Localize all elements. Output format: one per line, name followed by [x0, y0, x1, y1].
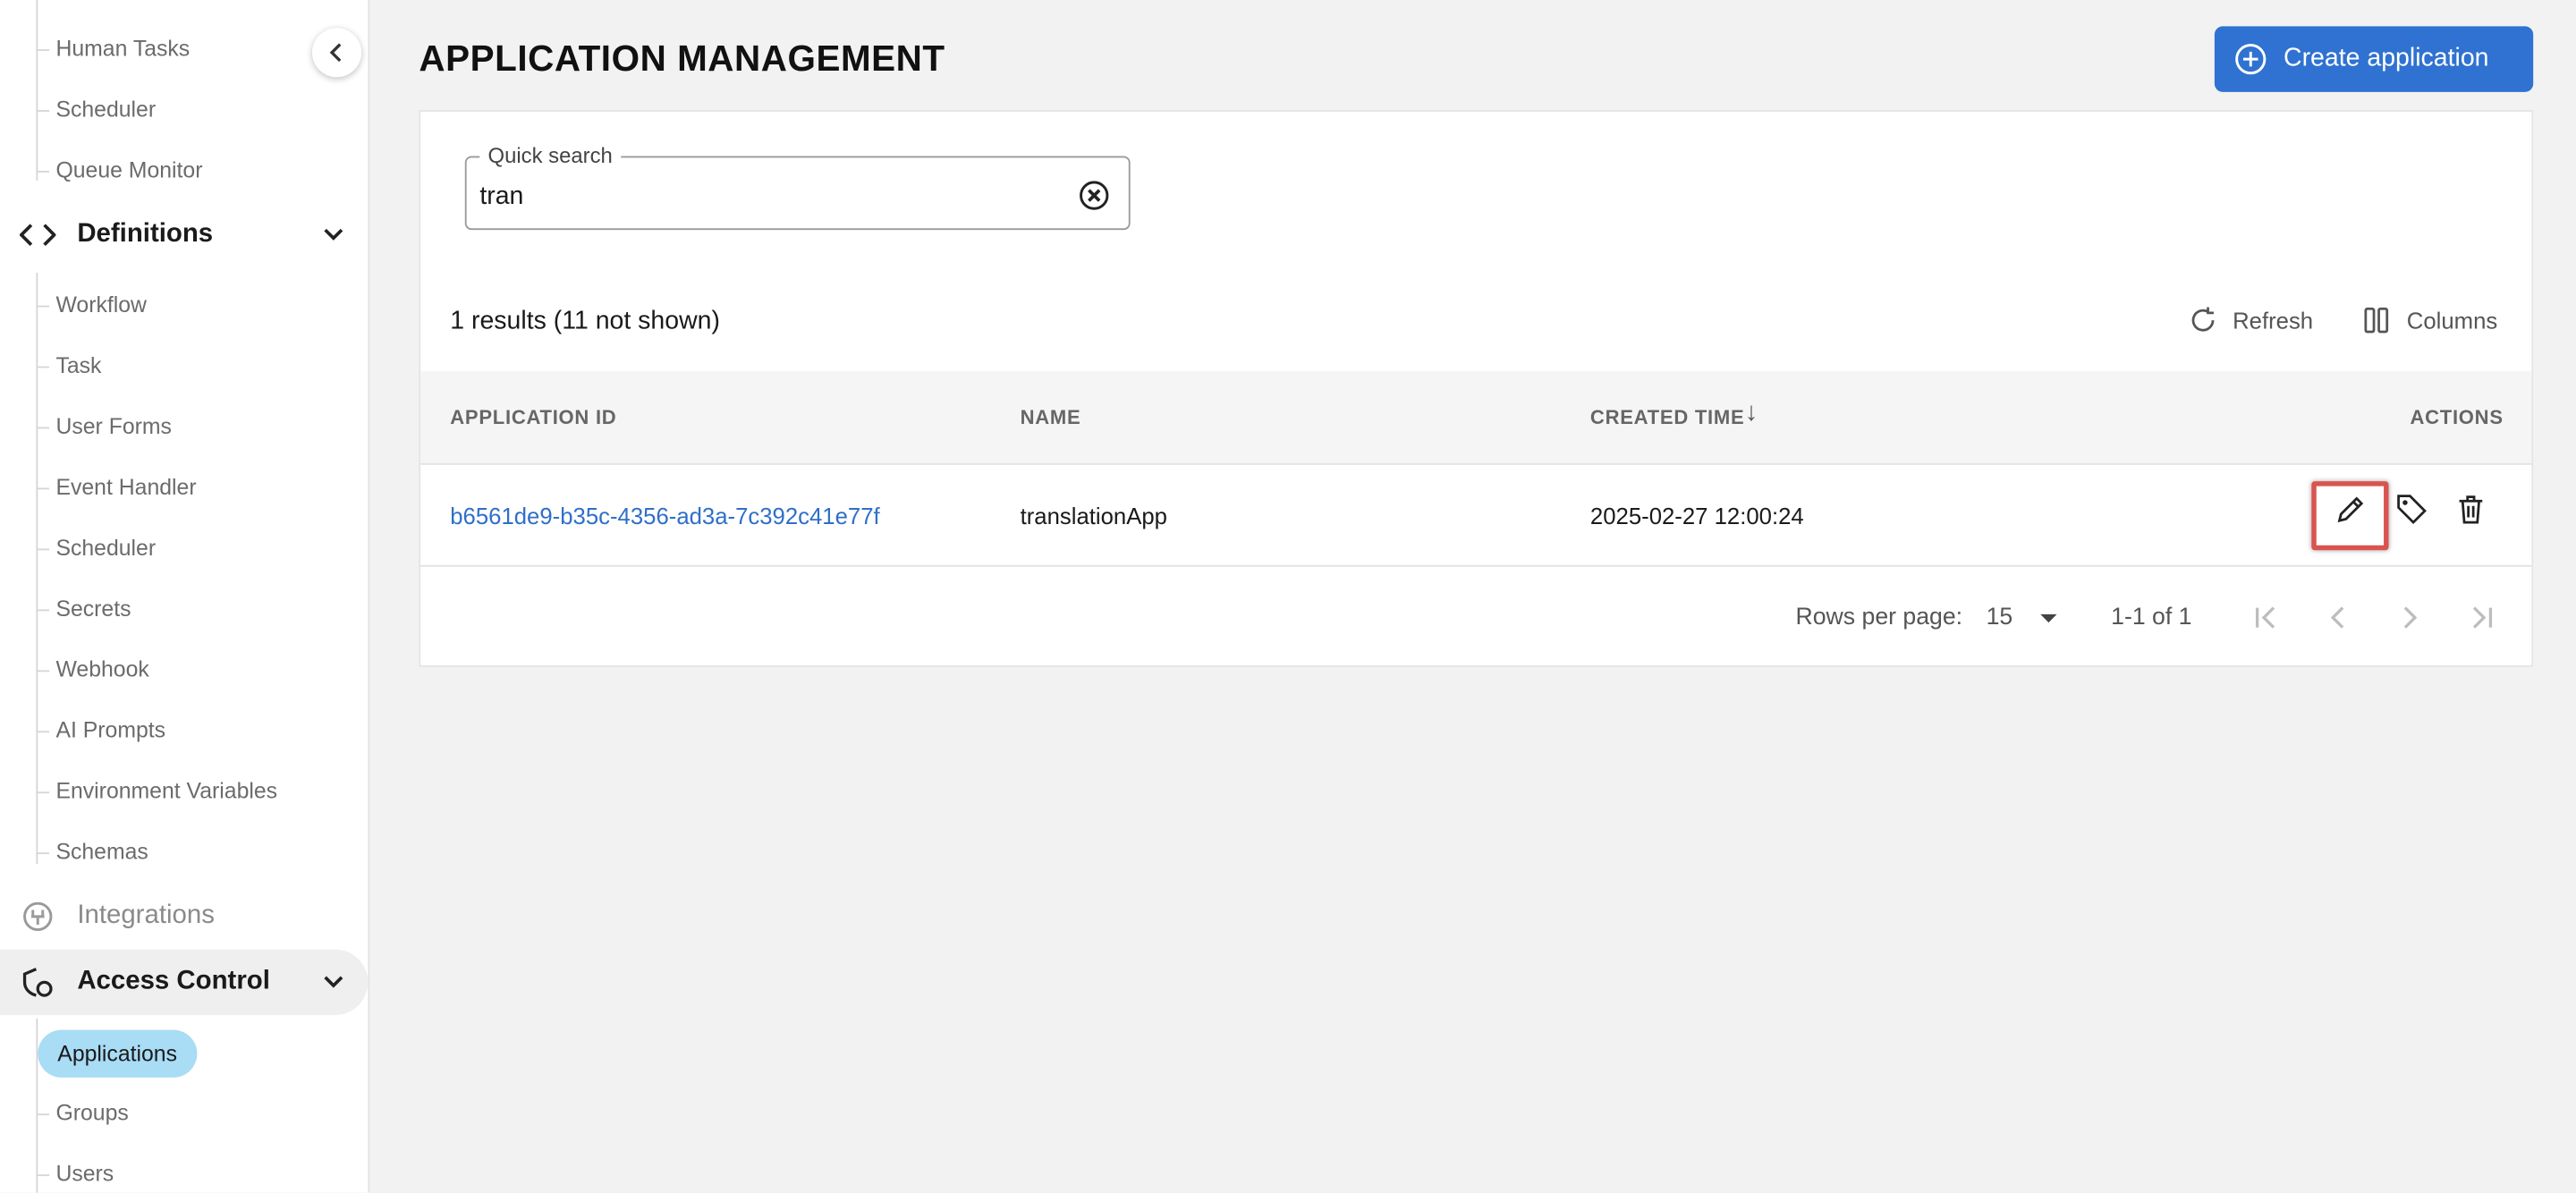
sidebar-item-event-handler[interactable]: Event Handler — [36, 471, 197, 504]
last-page-icon[interactable] — [2464, 599, 2500, 635]
sidebar-section-access-control[interactable]: Access Control — [0, 949, 369, 1016]
sidebar-item-user-forms[interactable]: User Forms — [36, 410, 172, 444]
code-icon — [20, 216, 56, 252]
sidebar-section-label: Access Control — [77, 967, 270, 996]
create-application-label: Create application — [2284, 44, 2489, 72]
sidebar-section-integrations[interactable]: Integrations — [0, 884, 368, 949]
first-page-icon[interactable] — [2248, 599, 2284, 635]
trash-icon — [2459, 495, 2483, 524]
sidebar-section-definitions[interactable]: Definitions — [0, 202, 368, 267]
columns-label: Columns — [2406, 307, 2498, 334]
columns-icon — [2364, 307, 2389, 334]
tag-button[interactable] — [2392, 489, 2431, 529]
sidebar-item-applications[interactable]: Applications — [38, 1029, 198, 1078]
quick-search-label: Quick search — [479, 142, 622, 168]
rows-per-page-select[interactable]: 15 — [1987, 605, 2013, 630]
dropdown-arrow-icon[interactable] — [2030, 599, 2066, 635]
column-header-created-time[interactable]: CREATED TIME — [1590, 406, 1745, 429]
create-application-button[interactable]: Create application — [2214, 26, 2534, 92]
quick-search-field[interactable]: Quick search tran — [464, 142, 1131, 231]
applications-panel: Quick search tran 1 results (11 not show… — [419, 110, 2534, 667]
tree-line — [36, 1018, 38, 1193]
sidebar-section-label: Integrations — [77, 901, 215, 930]
chevron-down-icon — [324, 228, 343, 241]
sidebar-item-secrets[interactable]: Secrets — [36, 593, 131, 626]
pencil-icon — [2337, 496, 2364, 523]
results-count: 1 results (11 not shown) — [450, 307, 720, 335]
sidebar-item-users[interactable]: Users — [36, 1158, 114, 1191]
application-created-time: 2025-02-27 12:00:24 — [1589, 503, 1804, 529]
sidebar-item-webhook[interactable]: Webhook — [36, 654, 149, 687]
sidebar-item-ai-prompts[interactable]: AI Prompts — [36, 715, 165, 748]
tree-line — [36, 0, 38, 182]
previous-page-icon[interactable] — [2319, 599, 2355, 635]
tree-line — [36, 272, 38, 865]
chevron-down-icon — [324, 976, 343, 988]
quick-search-input[interactable]: tran — [479, 182, 523, 212]
refresh-icon — [2191, 307, 2215, 332]
shield-icon — [20, 964, 55, 1000]
sidebar-section-label: Definitions — [77, 220, 214, 249]
sidebar-item-queue-monitor[interactable]: Queue Monitor — [36, 155, 202, 188]
next-page-icon[interactable] — [2392, 599, 2428, 635]
sidebar-item-environment-variables[interactable]: Environment Variables — [36, 775, 277, 808]
sidebar-item-human-tasks[interactable]: Human Tasks — [36, 33, 190, 66]
application-id-link[interactable]: b6561de9-b35c-4356-ad3a-7c392c41e77f — [450, 503, 879, 529]
sidebar-item-task[interactable]: Task — [36, 350, 101, 383]
pagination-range: 1-1 of 1 — [2111, 604, 2192, 631]
delete-button[interactable] — [2451, 489, 2490, 529]
integrations-icon — [20, 899, 55, 935]
page-title: APPLICATION MANAGEMENT — [419, 38, 945, 80]
tag-icon — [2397, 495, 2427, 525]
columns-button[interactable]: Columns — [2362, 306, 2497, 335]
sidebar-item-schemas[interactable]: Schemas — [36, 836, 148, 869]
rows-per-page-label: Rows per page: — [1795, 604, 1963, 631]
sidebar-item-workflow[interactable]: Workflow — [36, 289, 147, 322]
sidebar: Human Tasks Scheduler Queue Monitor Defi… — [0, 0, 370, 1193]
column-header-application-id[interactable]: APPLICATION ID — [450, 406, 616, 429]
refresh-label: Refresh — [2233, 307, 2314, 334]
sidebar-item-scheduler-def[interactable]: Scheduler — [36, 532, 156, 565]
table-header: APPLICATION ID NAME CREATED TIME ↓ ACTIO… — [420, 371, 2532, 465]
application-name: translationApp — [1020, 503, 1168, 529]
edit-button[interactable] — [2331, 489, 2370, 529]
sidebar-item-scheduler[interactable]: Scheduler — [36, 94, 156, 127]
refresh-button[interactable]: Refresh — [2188, 306, 2313, 335]
table-row: b6561de9-b35c-4356-ad3a-7c392c41e77f tra… — [420, 467, 2532, 567]
column-header-actions: ACTIONS — [2410, 405, 2504, 429]
chevron-left-icon — [329, 43, 342, 63]
plus-circle-icon — [2235, 44, 2267, 75]
column-header-name[interactable]: NAME — [1021, 406, 1081, 429]
sort-descending-icon[interactable]: ↓ — [1745, 399, 1758, 428]
clear-search-icon[interactable] — [1078, 179, 1111, 212]
collapse-sidebar-button[interactable] — [311, 28, 362, 78]
sidebar-item-groups[interactable]: Groups — [36, 1097, 129, 1130]
